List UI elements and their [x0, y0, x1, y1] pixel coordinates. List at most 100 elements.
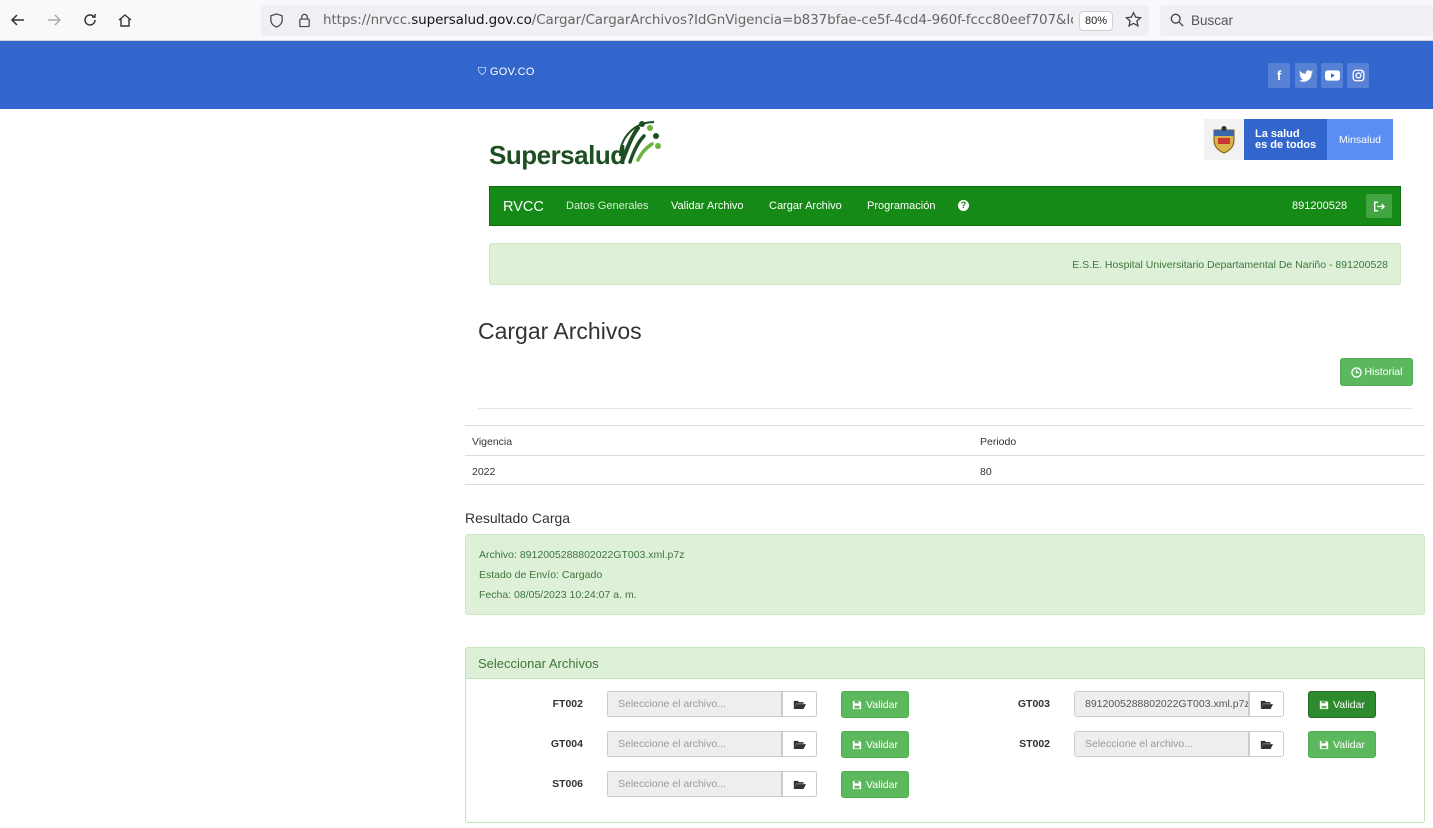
validar-button-gt004[interactable]: Validar — [841, 731, 909, 758]
validar-button-ft002[interactable]: Validar — [841, 691, 909, 718]
folder-open-icon — [793, 740, 806, 749]
vigencia-table: Vigencia Periodo 2022 80 — [465, 425, 1425, 485]
arrow-left-icon — [10, 14, 24, 26]
browse-button-st006[interactable] — [782, 771, 817, 797]
validar-label: Validar — [866, 778, 898, 791]
browse-button-gt004[interactable] — [782, 731, 817, 757]
arrow-right-icon — [48, 14, 62, 26]
home-button[interactable] — [113, 8, 137, 32]
url-prefix: https://nrvcc. — [323, 12, 412, 28]
gov-co-text: GOV.CO — [489, 66, 535, 78]
url-domain: supersalud.gov.co — [411, 12, 532, 28]
url-text: https://nrvcc.supersalud.gov.co/Cargar/C… — [323, 12, 1073, 28]
save-icon — [852, 740, 862, 749]
search-placeholder: Buscar — [1191, 13, 1234, 28]
table-cell-periodo: 80 — [980, 466, 992, 478]
historial-button[interactable]: Historial — [1340, 358, 1413, 386]
table-header-row: Vigencia Periodo — [465, 425, 1425, 455]
divider — [478, 408, 1413, 409]
validar-button-st006[interactable]: Validar — [841, 771, 909, 798]
twitter-icon[interactable] — [1295, 63, 1317, 88]
minsalud-logo: La salud es de todos Minsalud — [1204, 119, 1393, 160]
shield-icon — [270, 13, 283, 28]
table-cell-vigencia: 2022 — [472, 466, 496, 478]
save-icon — [852, 700, 862, 709]
validar-label: Validar — [1333, 698, 1365, 711]
navbar-brand[interactable]: RVCC — [503, 199, 544, 215]
nav-validar-archivo[interactable]: Validar Archivo — [671, 200, 744, 212]
result-archivo: Archivo: 8912005288802022GT003.xml.p7z — [479, 549, 685, 561]
file-input-st002[interactable]: Seleccione el archivo... — [1074, 731, 1249, 757]
clock-icon — [1350, 366, 1362, 378]
resultado-carga-alert: Archivo: 8912005288802022GT003.xml.p7z E… — [465, 534, 1425, 615]
minsalud-slogan-line2: es de todos — [1255, 139, 1317, 151]
browse-button-gt003[interactable] — [1249, 691, 1284, 717]
colombia-shield-icon — [1204, 119, 1244, 160]
folder-open-icon — [793, 780, 806, 789]
reload-button[interactable] — [78, 8, 102, 32]
folder-open-icon — [793, 700, 806, 709]
file-label-ft002: FT002 — [552, 698, 583, 710]
nav-programacion[interactable]: Programación — [867, 200, 935, 212]
url-path: /Cargar/CargarArchivos?IdGnVigencia=b837… — [531, 12, 1073, 28]
nav-cargar-archivo[interactable]: Cargar Archivo — [769, 200, 842, 212]
entity-info-text: E.S.E. Hospital Universitario Departamen… — [1072, 259, 1388, 271]
validar-label: Validar — [866, 738, 898, 751]
sign-out-icon — [1374, 201, 1385, 211]
minsalud-label: Minsalud — [1327, 119, 1393, 160]
entity-info-alert: E.S.E. Hospital Universitario Departamen… — [489, 243, 1401, 285]
table-header-vigencia: Vigencia — [472, 436, 513, 448]
youtube-icon[interactable] — [1321, 63, 1343, 88]
panel-title: Seleccionar Archivos — [466, 648, 1424, 679]
historial-label: Historial — [1364, 366, 1403, 378]
result-estado: Estado de Envío: Cargado — [479, 569, 603, 581]
file-label-gt004: GT004 — [550, 738, 583, 750]
logout-button[interactable] — [1366, 194, 1392, 218]
file-input-gt003[interactable]: 8912005288802022GT003.xml.p7z — [1074, 691, 1249, 717]
home-icon — [118, 14, 132, 27]
result-fecha: Fecha: 08/05/2023 10:24:07 a. m. — [479, 589, 637, 601]
minsalud-slogan: La salud es de todos — [1244, 119, 1327, 160]
zoom-indicator[interactable]: 80% — [1079, 11, 1113, 31]
gov-header: ⛉ GOV.CO f — [0, 41, 1433, 109]
reload-icon — [84, 14, 96, 26]
validar-label: Validar — [1333, 738, 1365, 751]
resultado-carga-title: Resultado Carga — [465, 510, 571, 526]
browse-button-ft002[interactable] — [782, 691, 817, 717]
validar-button-gt003[interactable]: Validar — [1308, 691, 1376, 718]
folder-open-icon — [1260, 740, 1273, 749]
table-row: 2022 80 — [465, 455, 1425, 485]
search-icon — [1170, 13, 1184, 27]
file-input-gt004[interactable]: Seleccione el archivo... — [607, 731, 782, 757]
file-label-gt003: GT003 — [1017, 698, 1050, 710]
gov-shield-icon: ⛉ — [478, 66, 490, 78]
forward-button[interactable] — [42, 8, 66, 32]
bookmark-star-icon[interactable] — [1125, 11, 1142, 28]
validar-button-st002[interactable]: Validar — [1308, 731, 1376, 758]
nav-datos-generales[interactable]: Datos Generales — [566, 200, 649, 212]
main-navbar: RVCC Datos Generales Validar Archivo Car… — [489, 186, 1401, 226]
instagram-icon[interactable] — [1347, 63, 1369, 88]
supersalud-logo-icon — [619, 121, 661, 164]
save-icon — [852, 780, 862, 789]
file-input-ft002[interactable]: Seleccione el archivo... — [607, 691, 782, 717]
browse-button-st002[interactable] — [1249, 731, 1284, 757]
file-label-st002: ST002 — [1019, 738, 1050, 750]
lock-icon — [299, 13, 310, 28]
browser-toolbar: https://nrvcc.supersalud.gov.co/Cargar/C… — [0, 0, 1433, 41]
facebook-icon[interactable]: f — [1268, 63, 1290, 88]
folder-open-icon — [1260, 700, 1273, 709]
validar-label: Validar — [866, 698, 898, 711]
help-icon[interactable]: ? — [958, 200, 969, 211]
gov-co-logo[interactable]: ⛉ GOV.CO — [478, 66, 535, 79]
address-bar[interactable]: https://nrvcc.supersalud.gov.co/Cargar/C… — [261, 5, 1149, 36]
page-title: Cargar Archivos — [478, 318, 642, 344]
save-icon — [1319, 740, 1329, 749]
save-icon — [1319, 700, 1329, 709]
file-input-st006[interactable]: Seleccione el archivo... — [607, 771, 782, 797]
table-header-periodo: Periodo — [980, 436, 1017, 448]
back-button[interactable] — [6, 8, 30, 32]
supersalud-logo-text: Supersalud — [489, 140, 626, 170]
search-bar[interactable]: Buscar — [1160, 5, 1433, 36]
navbar-nit: 891200528 — [1292, 200, 1348, 212]
